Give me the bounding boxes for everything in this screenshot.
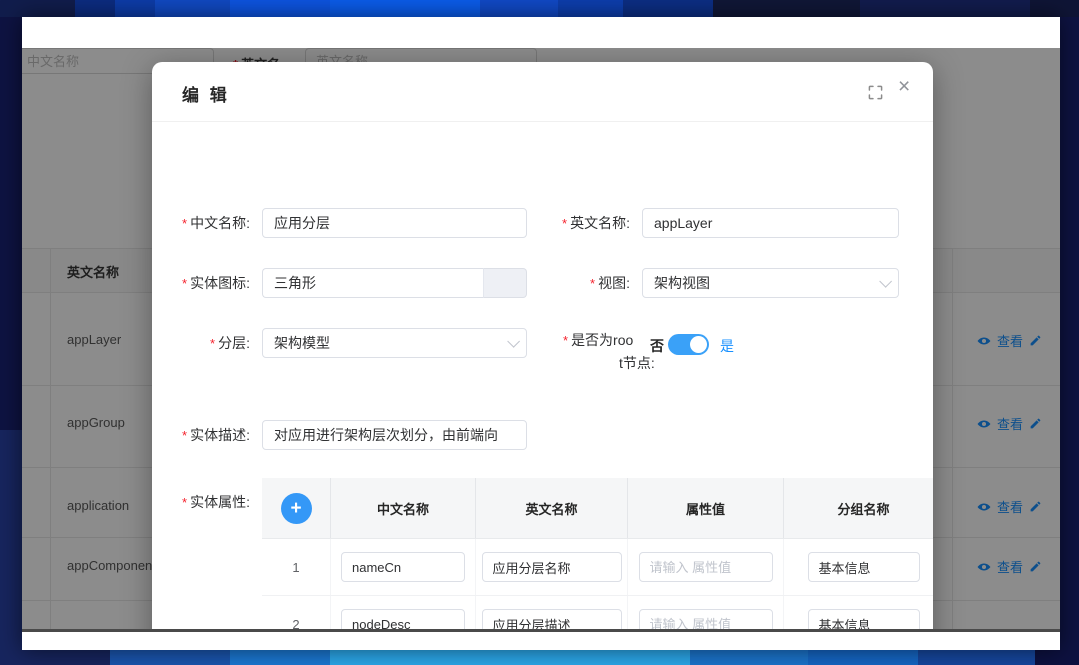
edit-modal: 编 辑 × *中文名称: * 英文名称: [152, 62, 933, 632]
app-window: *英文名 英文名称 appLayer appGroup application …: [22, 17, 1060, 650]
entity-icon-input[interactable]: [262, 268, 483, 298]
attr-value-input[interactable]: [639, 609, 773, 632]
required-asterisk: *: [562, 216, 567, 231]
close-icon[interactable]: ×: [898, 76, 910, 97]
entity-desc-input[interactable]: [262, 420, 527, 450]
attr-table-row: 2: [262, 596, 933, 632]
modal-header: 编 辑 ×: [152, 62, 933, 122]
row-index: 2: [262, 596, 330, 632]
view-label: *视图:: [500, 273, 642, 293]
root-toggle-on-label: 是: [720, 336, 734, 356]
layer-select-value[interactable]: [262, 328, 527, 358]
attr-name-en-input[interactable]: [482, 552, 622, 582]
attr-group-input[interactable]: [808, 552, 920, 582]
attr-group-input[interactable]: [808, 609, 920, 632]
attr-header-group: 分组名称: [783, 478, 933, 538]
name-cn-input[interactable]: [262, 208, 527, 238]
layer-select[interactable]: [262, 328, 527, 358]
row-index: 1: [262, 539, 330, 595]
required-asterisk: *: [182, 276, 187, 291]
entity-desc-label: *实体描述:: [152, 425, 262, 445]
fullscreen-icon[interactable]: [868, 85, 884, 101]
modal-title: 编 辑: [182, 81, 230, 106]
required-asterisk: *: [182, 216, 187, 231]
layer-label: *分层:: [152, 333, 262, 353]
attr-value-input[interactable]: [639, 552, 773, 582]
attr-name-cn-input[interactable]: [341, 552, 465, 582]
required-asterisk: *: [182, 428, 187, 443]
entity-icon-label: *实体图标:: [152, 273, 262, 293]
root-toggle[interactable]: [668, 334, 709, 355]
required-asterisk: *: [590, 276, 595, 291]
add-attribute-button[interactable]: +: [281, 493, 312, 524]
view-select[interactable]: [642, 268, 899, 298]
attr-header-name-en: 英文名称: [475, 478, 627, 538]
view-select-value[interactable]: [642, 268, 899, 298]
required-asterisk: *: [182, 495, 187, 510]
attr-header-value: 属性值: [627, 478, 783, 538]
attr-name-en-input[interactable]: [482, 609, 622, 632]
desktop-bottom-band: [0, 650, 1079, 665]
entity-attrs-label: *实体属性:: [152, 492, 262, 512]
name-en-input[interactable]: [642, 208, 899, 238]
page-content: *英文名 英文名称 appLayer appGroup application …: [22, 48, 1060, 632]
attr-header-name-cn: 中文名称: [330, 478, 475, 538]
attr-table-row: 1: [262, 539, 933, 596]
root-toggle-off-label: 否: [650, 336, 664, 356]
required-asterisk: *: [563, 333, 568, 348]
name-cn-label: *中文名称:: [152, 213, 262, 233]
desktop-top-band: [0, 0, 1079, 17]
toggle-knob: [690, 336, 707, 353]
attr-name-cn-input[interactable]: [341, 609, 465, 632]
attr-table-header-row: + 中文名称 英文名称 属性值 分组名称: [262, 478, 933, 539]
name-en-label: *英文名称:: [500, 213, 642, 233]
attr-table: + 中文名称 英文名称 属性值 分组名称 1 2: [262, 478, 933, 632]
required-asterisk: *: [210, 336, 215, 351]
